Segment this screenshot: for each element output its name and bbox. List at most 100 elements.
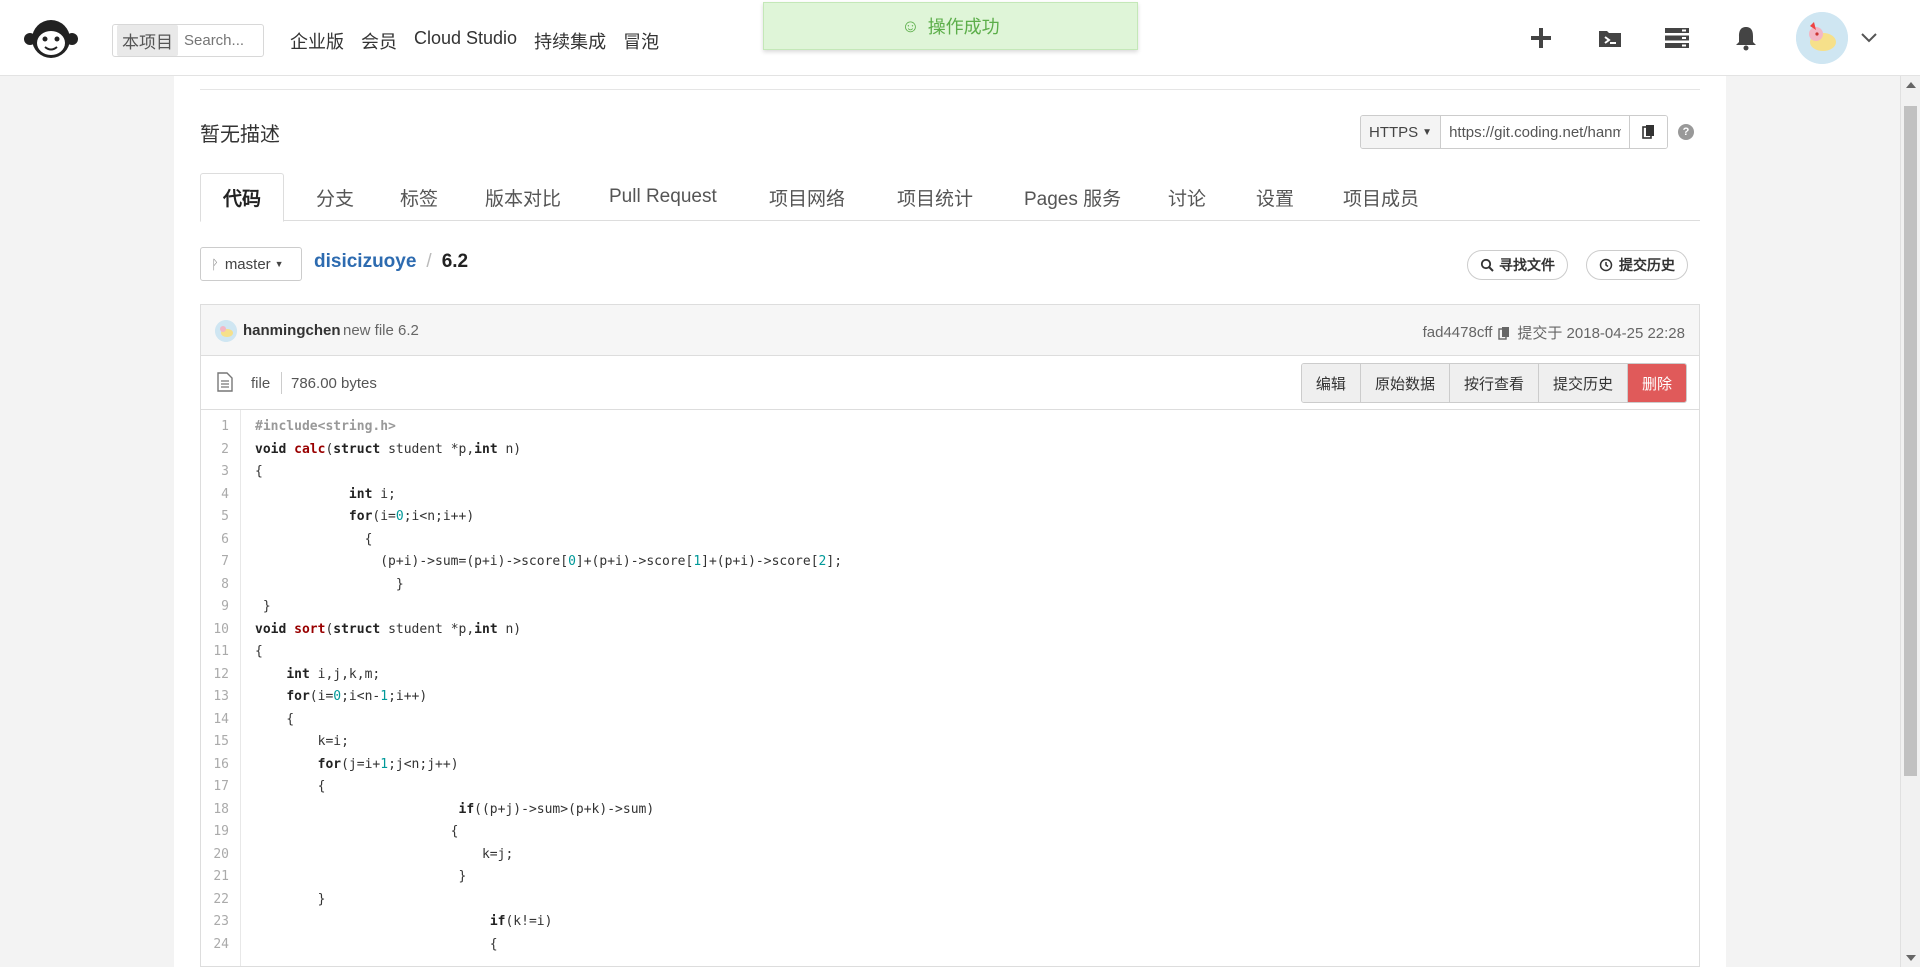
line-content: {: [255, 936, 498, 952]
search-box[interactable]: 本项目: [112, 24, 268, 57]
line-content: }: [255, 576, 404, 592]
copy-url-button[interactable]: [1629, 116, 1668, 148]
line-number[interactable]: 18: [201, 799, 229, 821]
line-number[interactable]: 2: [201, 439, 229, 461]
commit-hash[interactable]: fad4478cff: [1423, 324, 1493, 341]
copy-icon: [1641, 125, 1654, 139]
search-scope-chip[interactable]: 本项目: [117, 25, 178, 56]
line-number[interactable]: 8: [201, 574, 229, 596]
avatar-image: [215, 320, 237, 342]
commit-time: 提交于 2018-04-25 22:28: [1517, 325, 1685, 342]
commit-author[interactable]: hanmingchen: [243, 322, 341, 339]
blame-button[interactable]: 按行查看: [1449, 364, 1539, 402]
line-number[interactable]: 19: [201, 821, 229, 843]
line-number[interactable]: 9: [201, 596, 229, 618]
folder-terminal-icon[interactable]: [1596, 24, 1624, 52]
page-scrollbar[interactable]: [1900, 76, 1920, 967]
tab-branches[interactable]: 分支: [316, 173, 354, 221]
breadcrumb-repo-link[interactable]: disicizuoye: [314, 251, 416, 273]
tab-network[interactable]: 项目网络: [769, 173, 845, 221]
scroll-thumb[interactable]: [1904, 106, 1917, 776]
code-line: 15 k=i;: [201, 731, 1699, 753]
caret-down-icon: ▼: [274, 259, 284, 269]
code-line: 21 }: [201, 866, 1699, 888]
nav-link-ci[interactable]: 持续集成: [534, 28, 606, 54]
tab-settings[interactable]: 设置: [1256, 173, 1294, 221]
code-line: 5 for(i=0;i<n;i++): [201, 506, 1699, 528]
nav-link-cloud-studio[interactable]: Cloud Studio: [414, 28, 517, 54]
line-content: {: [255, 711, 295, 727]
line-content: void sort(struct student *p,int n): [255, 621, 522, 637]
find-file-button[interactable]: 寻找文件: [1467, 250, 1568, 280]
line-number[interactable]: 6: [201, 529, 229, 551]
monkey-logo-icon[interactable]: [22, 17, 80, 59]
clone-url-group: HTTPS ▼: [1360, 115, 1669, 149]
tab-statistics[interactable]: 项目统计: [897, 173, 973, 221]
line-number[interactable]: 17: [201, 776, 229, 798]
caret-down-icon: ▼: [1422, 126, 1433, 138]
file-actions: 编辑 原始数据 按行查看 提交历史 删除: [1300, 363, 1687, 403]
line-number[interactable]: 10: [201, 619, 229, 641]
line-number[interactable]: 22: [201, 889, 229, 911]
tab-pages[interactable]: Pages 服务: [1024, 173, 1121, 221]
line-number[interactable]: 23: [201, 911, 229, 933]
line-number[interactable]: 12: [201, 664, 229, 686]
tab-tags[interactable]: 标签: [400, 173, 438, 221]
file-history-button[interactable]: 提交历史: [1538, 364, 1628, 402]
line-number[interactable]: 24: [201, 934, 229, 956]
line-number[interactable]: 13: [201, 686, 229, 708]
tab-pull-request[interactable]: Pull Request: [609, 173, 717, 221]
line-content: if(k!=i): [489, 914, 553, 929]
line-content: }: [255, 869, 467, 884]
tab-code[interactable]: 代码: [200, 173, 285, 222]
line-number[interactable]: 15: [201, 731, 229, 753]
server-icon[interactable]: [1663, 24, 1691, 52]
scroll-down-arrow[interactable]: [1906, 955, 1916, 961]
code-line: 1 #include<string.h>: [201, 416, 1699, 438]
commit-avatar[interactable]: [215, 320, 237, 342]
line-content: #include<string.h>: [255, 419, 396, 434]
scroll-up-arrow[interactable]: [1906, 82, 1916, 88]
delete-button[interactable]: 删除: [1627, 364, 1686, 402]
nav-link-bubble[interactable]: 冒泡: [623, 28, 659, 54]
file-size: 786.00 bytes: [291, 375, 377, 392]
code-line: 13 for(i=0;i<n-1;i++): [201, 686, 1699, 708]
code-line: 12 int i,j,k,m;: [201, 664, 1699, 686]
clone-url-input[interactable]: [1441, 116, 1630, 148]
copy-icon[interactable]: [1498, 326, 1511, 340]
line-number[interactable]: 14: [201, 709, 229, 731]
line-number[interactable]: 3: [201, 461, 229, 483]
line-number[interactable]: 4: [201, 484, 229, 506]
code-viewer[interactable]: 1 #include<string.h> 2 void calc(struct stu…: [200, 410, 1700, 967]
plus-icon[interactable]: [1527, 24, 1555, 52]
tab-members[interactable]: 项目成员: [1343, 173, 1419, 221]
chevron-down-icon[interactable]: [1860, 28, 1878, 46]
nav-link-membership[interactable]: 会员: [361, 28, 397, 54]
help-icon[interactable]: ?: [1678, 124, 1694, 140]
line-number[interactable]: 1: [201, 416, 229, 438]
bell-icon[interactable]: [1732, 24, 1760, 52]
commit-message[interactable]: new file 6.2: [343, 322, 419, 339]
avatar-image: [1796, 12, 1848, 64]
edit-button[interactable]: 编辑: [1301, 364, 1361, 402]
breadcrumb-file: 6.2: [441, 251, 469, 272]
line-number[interactable]: 11: [201, 641, 229, 663]
nav-link-enterprise[interactable]: 企业版: [290, 28, 344, 54]
line-number[interactable]: 5: [201, 506, 229, 528]
repo-description: 暂无描述: [200, 124, 280, 146]
clone-protocol-dropdown[interactable]: HTTPS ▼: [1361, 116, 1442, 148]
line-number[interactable]: 21: [201, 866, 229, 888]
user-avatar[interactable]: [1796, 12, 1848, 64]
tab-compare[interactable]: 版本对比: [485, 173, 561, 221]
tab-discussion[interactable]: 讨论: [1168, 173, 1206, 221]
search-input[interactable]: [184, 32, 268, 49]
branch-selector[interactable]: ᚹ master ▼: [200, 247, 302, 281]
commit-history-label: 提交历史: [1619, 257, 1675, 273]
code-line: 16 for(j=i+1;j<n;j++): [201, 754, 1699, 776]
search-icon: [1480, 258, 1494, 272]
commit-history-button[interactable]: 提交历史: [1586, 250, 1688, 280]
line-number[interactable]: 7: [201, 551, 229, 573]
line-number[interactable]: 16: [201, 754, 229, 776]
raw-button[interactable]: 原始数据: [1360, 364, 1450, 402]
line-number[interactable]: 20: [201, 844, 229, 866]
